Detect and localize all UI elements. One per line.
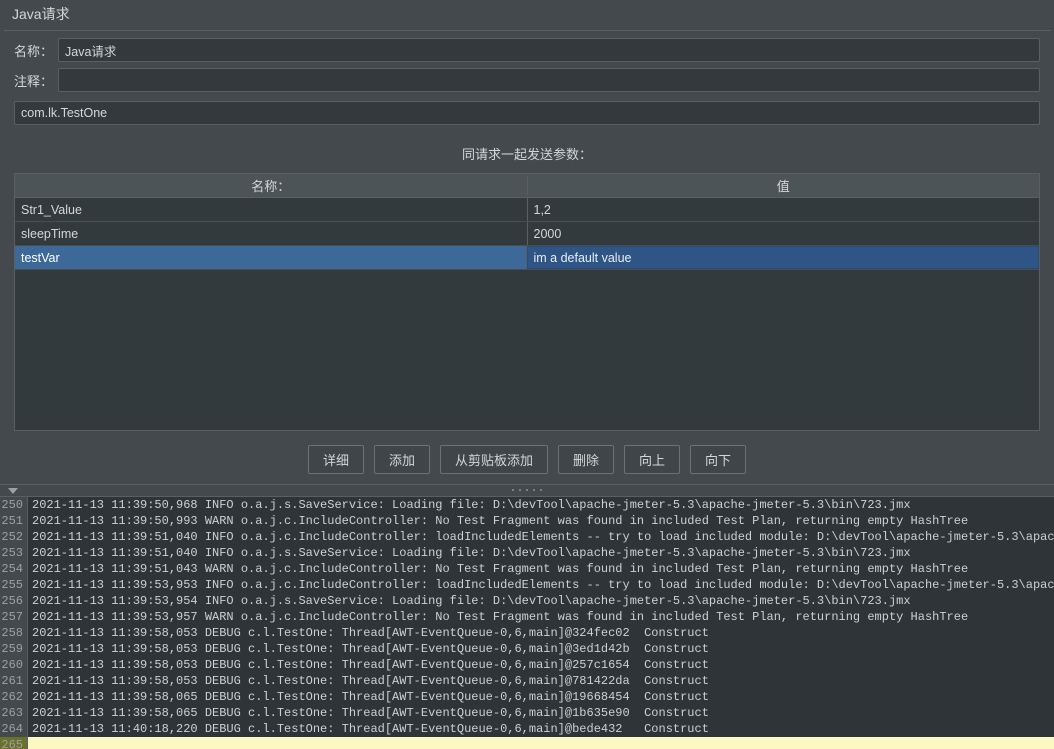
log-line: 2522021-11-13 11:39:51,040 INFO o.a.j.c.… (0, 529, 1054, 545)
comment-row: 注释： (0, 65, 1054, 95)
line-number: 262 (0, 689, 28, 705)
log-text: 2021-11-13 11:39:50,993 WARN o.a.j.c.Inc… (28, 513, 968, 529)
param-value-cell[interactable]: 1,2 (528, 198, 1040, 221)
header-name[interactable]: 名称： (15, 176, 528, 195)
line-number: 256 (0, 593, 28, 609)
detail-button[interactable]: 详细 (308, 445, 364, 474)
log-line: 2632021-11-13 11:39:58,065 DEBUG c.l.Tes… (0, 705, 1054, 721)
line-number: 259 (0, 641, 28, 657)
log-line: 2622021-11-13 11:39:58,065 DEBUG c.l.Tes… (0, 689, 1054, 705)
log-line: 2592021-11-13 11:39:58,053 DEBUG c.l.Tes… (0, 641, 1054, 657)
params-section-title: 同请求一起发送参数： (0, 128, 1054, 173)
log-line: 2602021-11-13 11:39:58,053 DEBUG c.l.Tes… (0, 657, 1054, 673)
param-value-cell[interactable]: im a default value (527, 246, 1040, 269)
comment-label: 注释： (14, 71, 58, 90)
line-number: 254 (0, 561, 28, 577)
line-number: 260 (0, 657, 28, 673)
grip-icon (512, 489, 542, 493)
params-table: 名称： 值 Str1_Value1,2sleepTime2000testVari… (14, 173, 1040, 431)
name-input[interactable] (58, 38, 1040, 62)
name-label: 名称： (14, 41, 58, 60)
table-row[interactable]: sleepTime2000 (15, 222, 1039, 246)
params-table-header: 名称： 值 (15, 174, 1039, 198)
log-text: 2021-11-13 11:39:53,953 INFO o.a.j.c.Inc… (28, 577, 1054, 593)
log-text: 2021-11-13 11:39:50,968 INFO o.a.j.s.Sav… (28, 497, 911, 513)
classname-input[interactable] (14, 101, 1040, 125)
param-name-cell[interactable]: sleepTime (15, 222, 528, 245)
splitter-handle[interactable] (0, 484, 1054, 496)
log-text: 2021-11-13 11:39:58,053 DEBUG c.l.TestOn… (28, 641, 709, 657)
log-text: 2021-11-13 11:40:18,220 DEBUG c.l.TestOn… (28, 721, 709, 737)
log-text: 2021-11-13 11:39:53,957 WARN o.a.j.c.Inc… (28, 609, 968, 625)
param-value-cell[interactable]: 2000 (528, 222, 1040, 245)
log-line: 2542021-11-13 11:39:51,043 WARN o.a.j.c.… (0, 561, 1054, 577)
line-number: 251 (0, 513, 28, 529)
name-row: 名称： (0, 35, 1054, 65)
param-name-cell[interactable]: testVar (15, 246, 527, 269)
line-number: 250 (0, 497, 28, 513)
log-line: 2532021-11-13 11:39:51,040 INFO o.a.j.s.… (0, 545, 1054, 561)
params-table-body: Str1_Value1,2sleepTime2000testVarim a de… (15, 198, 1039, 430)
log-text: 2021-11-13 11:39:51,040 INFO o.a.j.c.Inc… (28, 529, 1054, 545)
log-line: 2562021-11-13 11:39:53,954 INFO o.a.j.s.… (0, 593, 1054, 609)
delete-button[interactable]: 删除 (558, 445, 614, 474)
log-text (28, 737, 1054, 749)
log-line: 2512021-11-13 11:39:50,993 WARN o.a.j.c.… (0, 513, 1054, 529)
log-panel[interactable]: 2502021-11-13 11:39:50,968 INFO o.a.j.s.… (0, 496, 1054, 749)
log-line: 2552021-11-13 11:39:53,953 INFO o.a.j.c.… (0, 577, 1054, 593)
log-text: 2021-11-13 11:39:58,053 DEBUG c.l.TestOn… (28, 625, 709, 641)
line-number: 255 (0, 577, 28, 593)
log-line: 265 (0, 737, 1054, 749)
add-from-clipboard-button[interactable]: 从剪贴板添加 (440, 445, 548, 474)
log-text: 2021-11-13 11:39:51,040 INFO o.a.j.s.Sav… (28, 545, 911, 561)
table-row[interactable]: testVarim a default value (15, 246, 1039, 270)
log-line: 2642021-11-13 11:40:18,220 DEBUG c.l.Tes… (0, 721, 1054, 737)
classname-row (0, 95, 1054, 128)
line-number: 263 (0, 705, 28, 721)
log-text: 2021-11-13 11:39:58,065 DEBUG c.l.TestOn… (28, 689, 709, 705)
button-row: 详细 添加 从剪贴板添加 删除 向上 向下 (0, 431, 1054, 484)
line-number: 265 (0, 737, 28, 749)
log-text: 2021-11-13 11:39:58,053 DEBUG c.l.TestOn… (28, 657, 709, 673)
line-number: 253 (0, 545, 28, 561)
line-number: 257 (0, 609, 28, 625)
line-number: 264 (0, 721, 28, 737)
log-line: 2502021-11-13 11:39:50,968 INFO o.a.j.s.… (0, 497, 1054, 513)
move-up-button[interactable]: 向上 (624, 445, 680, 474)
chevron-down-icon (8, 488, 18, 494)
log-text: 2021-11-13 11:39:58,053 DEBUG c.l.TestOn… (28, 673, 709, 689)
move-down-button[interactable]: 向下 (690, 445, 746, 474)
table-row[interactable]: Str1_Value1,2 (15, 198, 1039, 222)
log-text: 2021-11-13 11:39:53,954 INFO o.a.j.s.Sav… (28, 593, 911, 609)
log-text: 2021-11-13 11:39:51,043 WARN o.a.j.c.Inc… (28, 561, 968, 577)
header-value[interactable]: 值 (528, 176, 1040, 195)
log-line: 2572021-11-13 11:39:53,957 WARN o.a.j.c.… (0, 609, 1054, 625)
add-button[interactable]: 添加 (374, 445, 430, 474)
param-name-cell[interactable]: Str1_Value (15, 198, 528, 221)
log-line: 2582021-11-13 11:39:58,053 DEBUG c.l.Tes… (0, 625, 1054, 641)
java-request-panel: Java请求 名称： 注释： 同请求一起发送参数： 名称： 值 Str1_Val… (0, 0, 1054, 749)
log-text: 2021-11-13 11:39:58,065 DEBUG c.l.TestOn… (28, 705, 709, 721)
panel-title: Java请求 (0, 0, 1054, 30)
line-number: 252 (0, 529, 28, 545)
line-number: 258 (0, 625, 28, 641)
divider (4, 30, 1050, 31)
line-number: 261 (0, 673, 28, 689)
comment-input[interactable] (58, 68, 1040, 92)
log-line: 2612021-11-13 11:39:58,053 DEBUG c.l.Tes… (0, 673, 1054, 689)
